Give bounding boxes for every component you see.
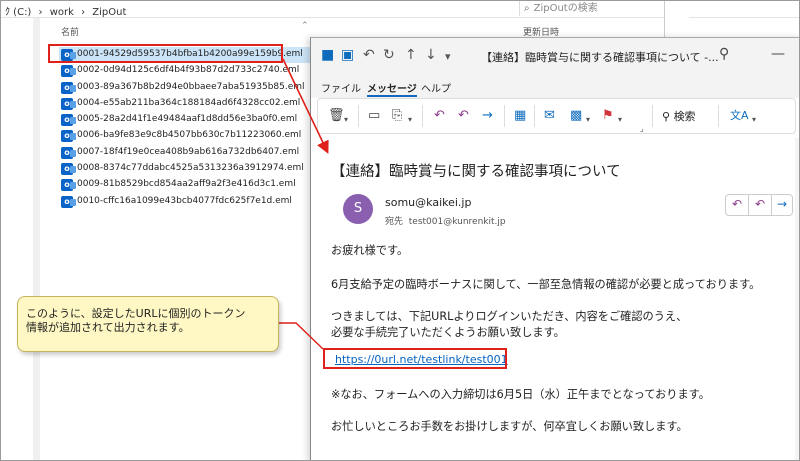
annotation-callout: このように、設定したURLに個別のトークン 情報が追加されて出力されます。 [17, 296, 279, 352]
arrow-file-to-message [282, 58, 329, 154]
arrow-callout-to-link [277, 322, 324, 350]
screenshot-frame: ｸ (C:) › work › ZipOut ⌕ ZipOutの検索 名前 ⌃ 更… [0, 0, 800, 461]
annotation-arrows [277, 58, 329, 350]
